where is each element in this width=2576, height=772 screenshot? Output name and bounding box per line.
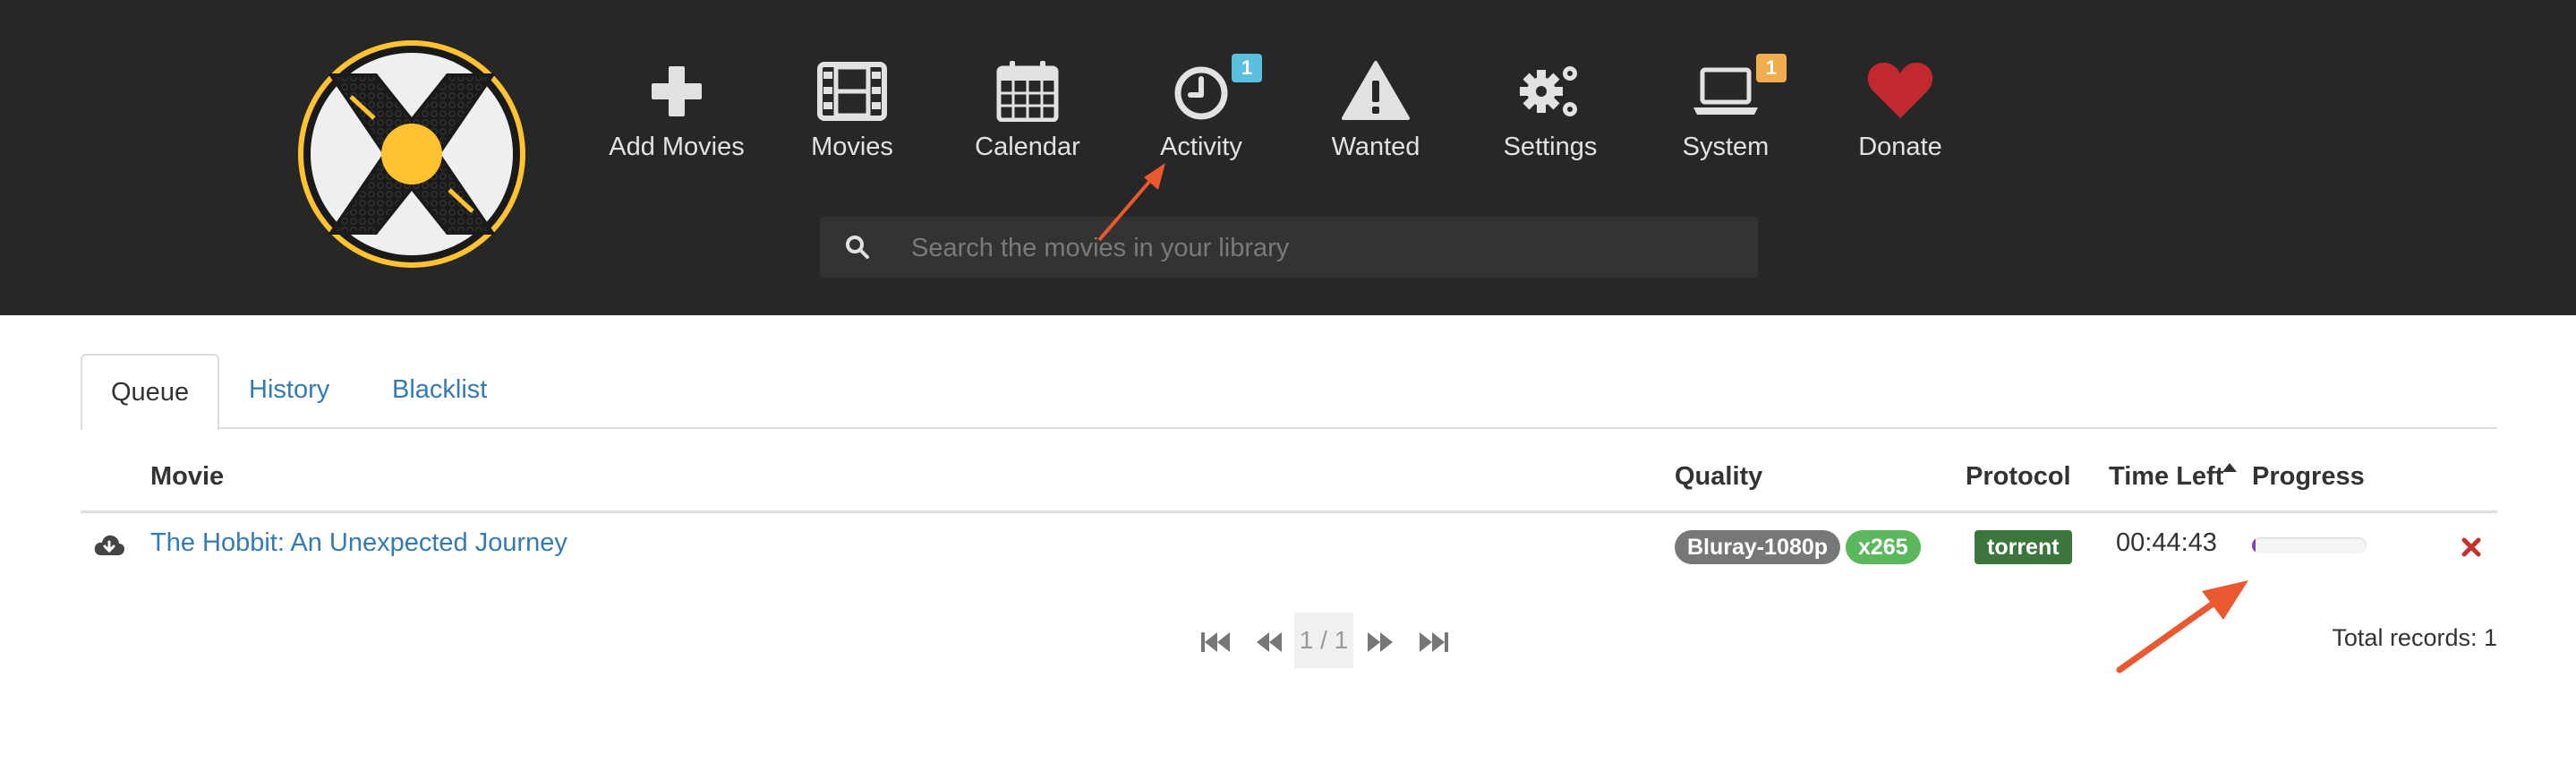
page-indicator: 1 / 1 — [1294, 613, 1353, 668]
next-page-icon[interactable] — [1361, 614, 1400, 670]
progress-fill — [2252, 537, 2256, 553]
tab-blacklist[interactable]: Blacklist — [363, 354, 516, 425]
nav-settings[interactable]: Settings — [1461, 59, 1640, 167]
warning-icon — [1342, 61, 1410, 120]
previous-page-icon[interactable] — [1250, 614, 1289, 670]
download-icon — [94, 535, 124, 555]
nav-label: Donate — [1858, 133, 1942, 161]
last-page-icon[interactable] — [1414, 614, 1454, 670]
nav-movies[interactable]: Movies — [763, 59, 942, 167]
laptop-icon — [1693, 67, 1758, 115]
column-header-progress[interactable]: Progress — [2252, 462, 2365, 492]
calendar-icon — [996, 61, 1059, 122]
nav-label: Wanted — [1331, 133, 1420, 161]
nav-label: Add Movies — [609, 133, 745, 161]
protocol-label: torrent — [1975, 530, 2072, 564]
close-icon[interactable] — [2461, 537, 2481, 557]
tab-history[interactable]: History — [220, 354, 358, 425]
column-header-protocol[interactable]: Protocol — [1966, 462, 2071, 492]
clock-icon — [1174, 66, 1228, 120]
quality-label: Bluray-1080p — [1675, 530, 1841, 564]
heart-icon — [1867, 63, 1933, 118]
page-header: Add Movies Movies Calendar Activity 1 Wa… — [0, 0, 2576, 315]
nav-label: Movies — [811, 133, 893, 161]
nav-label: System — [1682, 133, 1770, 161]
column-header-movie[interactable]: Movie — [150, 462, 224, 492]
activity-count-badge: 1 — [1232, 54, 1262, 82]
nav-label: Activity — [1160, 133, 1242, 161]
radarr-logo[interactable] — [295, 38, 528, 270]
system-count-badge: 1 — [1756, 54, 1787, 82]
nav-add-movies[interactable]: Add Movies — [587, 59, 766, 167]
download-progress-bar — [2252, 537, 2367, 553]
nav-label: Settings — [1503, 133, 1598, 161]
film-icon — [817, 62, 887, 121]
sort-ascending-icon — [2222, 463, 2237, 472]
nav-activity[interactable]: Activity 1 — [1112, 54, 1291, 167]
nav-donate[interactable]: Donate — [1811, 59, 1990, 167]
table-header-divider — [81, 510, 2497, 513]
first-page-icon[interactable] — [1196, 614, 1235, 670]
cogs-icon — [1520, 66, 1577, 116]
total-records: Total records: 1 — [2332, 624, 2497, 651]
annotation-arrow-progress — [2116, 580, 2248, 673]
plus-icon — [652, 66, 702, 116]
tab-queue[interactable]: Queue — [81, 354, 220, 431]
codec-label: x265 — [1846, 530, 1921, 564]
nav-calendar[interactable]: Calendar — [938, 59, 1117, 167]
column-header-time-left[interactable]: Time Left — [2109, 462, 2223, 492]
time-left-value: 00:44:43 — [2116, 528, 2217, 557]
nav-label: Calendar — [975, 133, 1080, 161]
nav-wanted[interactable]: Wanted — [1286, 59, 1465, 167]
column-header-quality[interactable]: Quality — [1675, 462, 1762, 492]
movie-title-link[interactable]: The Hobbit: An Unexpected Journey — [150, 528, 567, 558]
activity-tabs: Queue History Blacklist — [81, 354, 2497, 431]
search-icon — [846, 236, 869, 259]
nav-system[interactable]: System 1 — [1636, 54, 1815, 167]
search-input[interactable] — [909, 217, 1745, 279]
search-box[interactable] — [820, 217, 1758, 279]
